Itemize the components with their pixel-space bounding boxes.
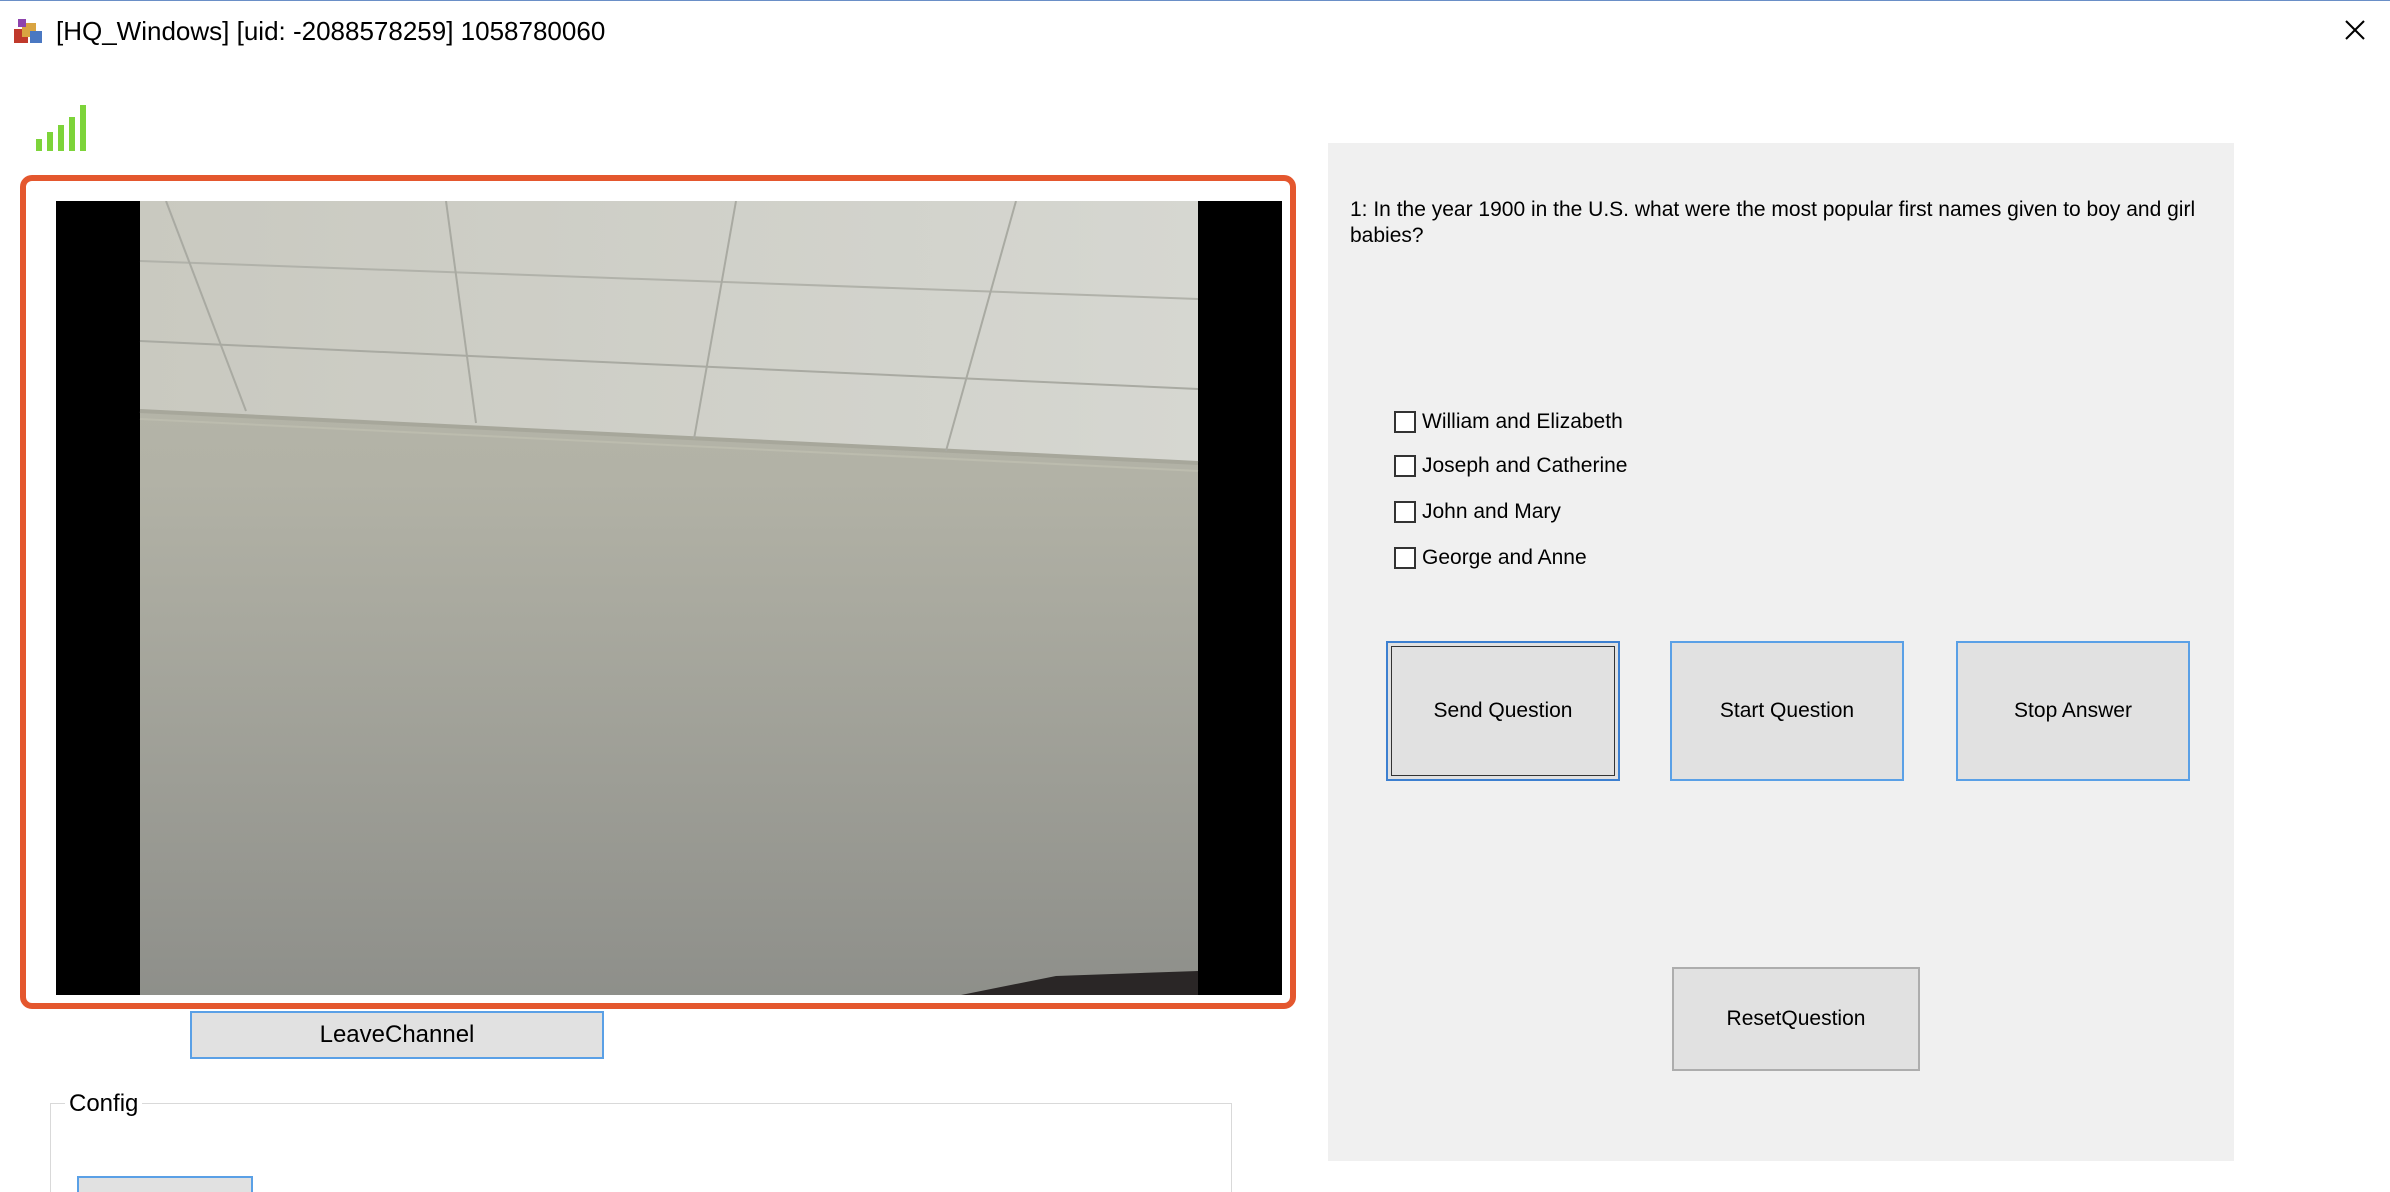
option-label: George and Anne bbox=[1422, 546, 1587, 569]
leave-channel-button[interactable]: LeaveChannel bbox=[190, 1011, 604, 1059]
reset-question-button[interactable]: ResetQuestion bbox=[1672, 967, 1920, 1071]
option-checkbox-4[interactable]: George and Anne bbox=[1394, 543, 1587, 573]
signal-strength-icon bbox=[36, 105, 86, 151]
config-groupbox: Config bbox=[50, 1090, 1232, 1192]
close-icon[interactable] bbox=[2344, 19, 2366, 41]
question-panel: 1: In the year 1900 in the U.S. what wer… bbox=[1328, 143, 2234, 1161]
checkbox[interactable] bbox=[1394, 411, 1416, 433]
app-icon bbox=[14, 19, 42, 43]
app-window: [HQ_Windows] [uid: -2088578259] 10587800… bbox=[0, 0, 2390, 1192]
checkbox[interactable] bbox=[1394, 547, 1416, 569]
option-checkbox-2[interactable]: Joseph and Catherine bbox=[1394, 451, 1627, 481]
checkbox[interactable] bbox=[1394, 501, 1416, 523]
option-checkbox-1[interactable]: William and Elizabeth bbox=[1394, 407, 1623, 437]
option-label: John and Mary bbox=[1422, 500, 1561, 523]
window-title: [HQ_Windows] [uid: -2088578259] 10587800… bbox=[56, 16, 606, 46]
checkbox[interactable] bbox=[1394, 455, 1416, 477]
close-button[interactable] bbox=[2320, 1, 2390, 59]
stop-answer-button[interactable]: Stop Answer bbox=[1956, 641, 2190, 781]
camera-image bbox=[56, 201, 1282, 995]
option-label: William and Elizabeth bbox=[1422, 410, 1623, 433]
video-view bbox=[56, 201, 1282, 995]
config-legend: Config bbox=[65, 1090, 143, 1118]
question-text: 1: In the year 1900 in the U.S. what wer… bbox=[1350, 198, 2196, 247]
config-button[interactable] bbox=[77, 1176, 253, 1192]
title-bar: [HQ_Windows] [uid: -2088578259] 10587800… bbox=[0, 1, 2390, 61]
local-video-frame bbox=[20, 175, 1296, 1009]
option-checkbox-3[interactable]: John and Mary bbox=[1394, 497, 1561, 527]
send-question-button[interactable]: Send Question bbox=[1386, 641, 1620, 781]
start-question-button[interactable]: Start Question bbox=[1670, 641, 1904, 781]
option-label: Joseph and Catherine bbox=[1422, 454, 1628, 477]
